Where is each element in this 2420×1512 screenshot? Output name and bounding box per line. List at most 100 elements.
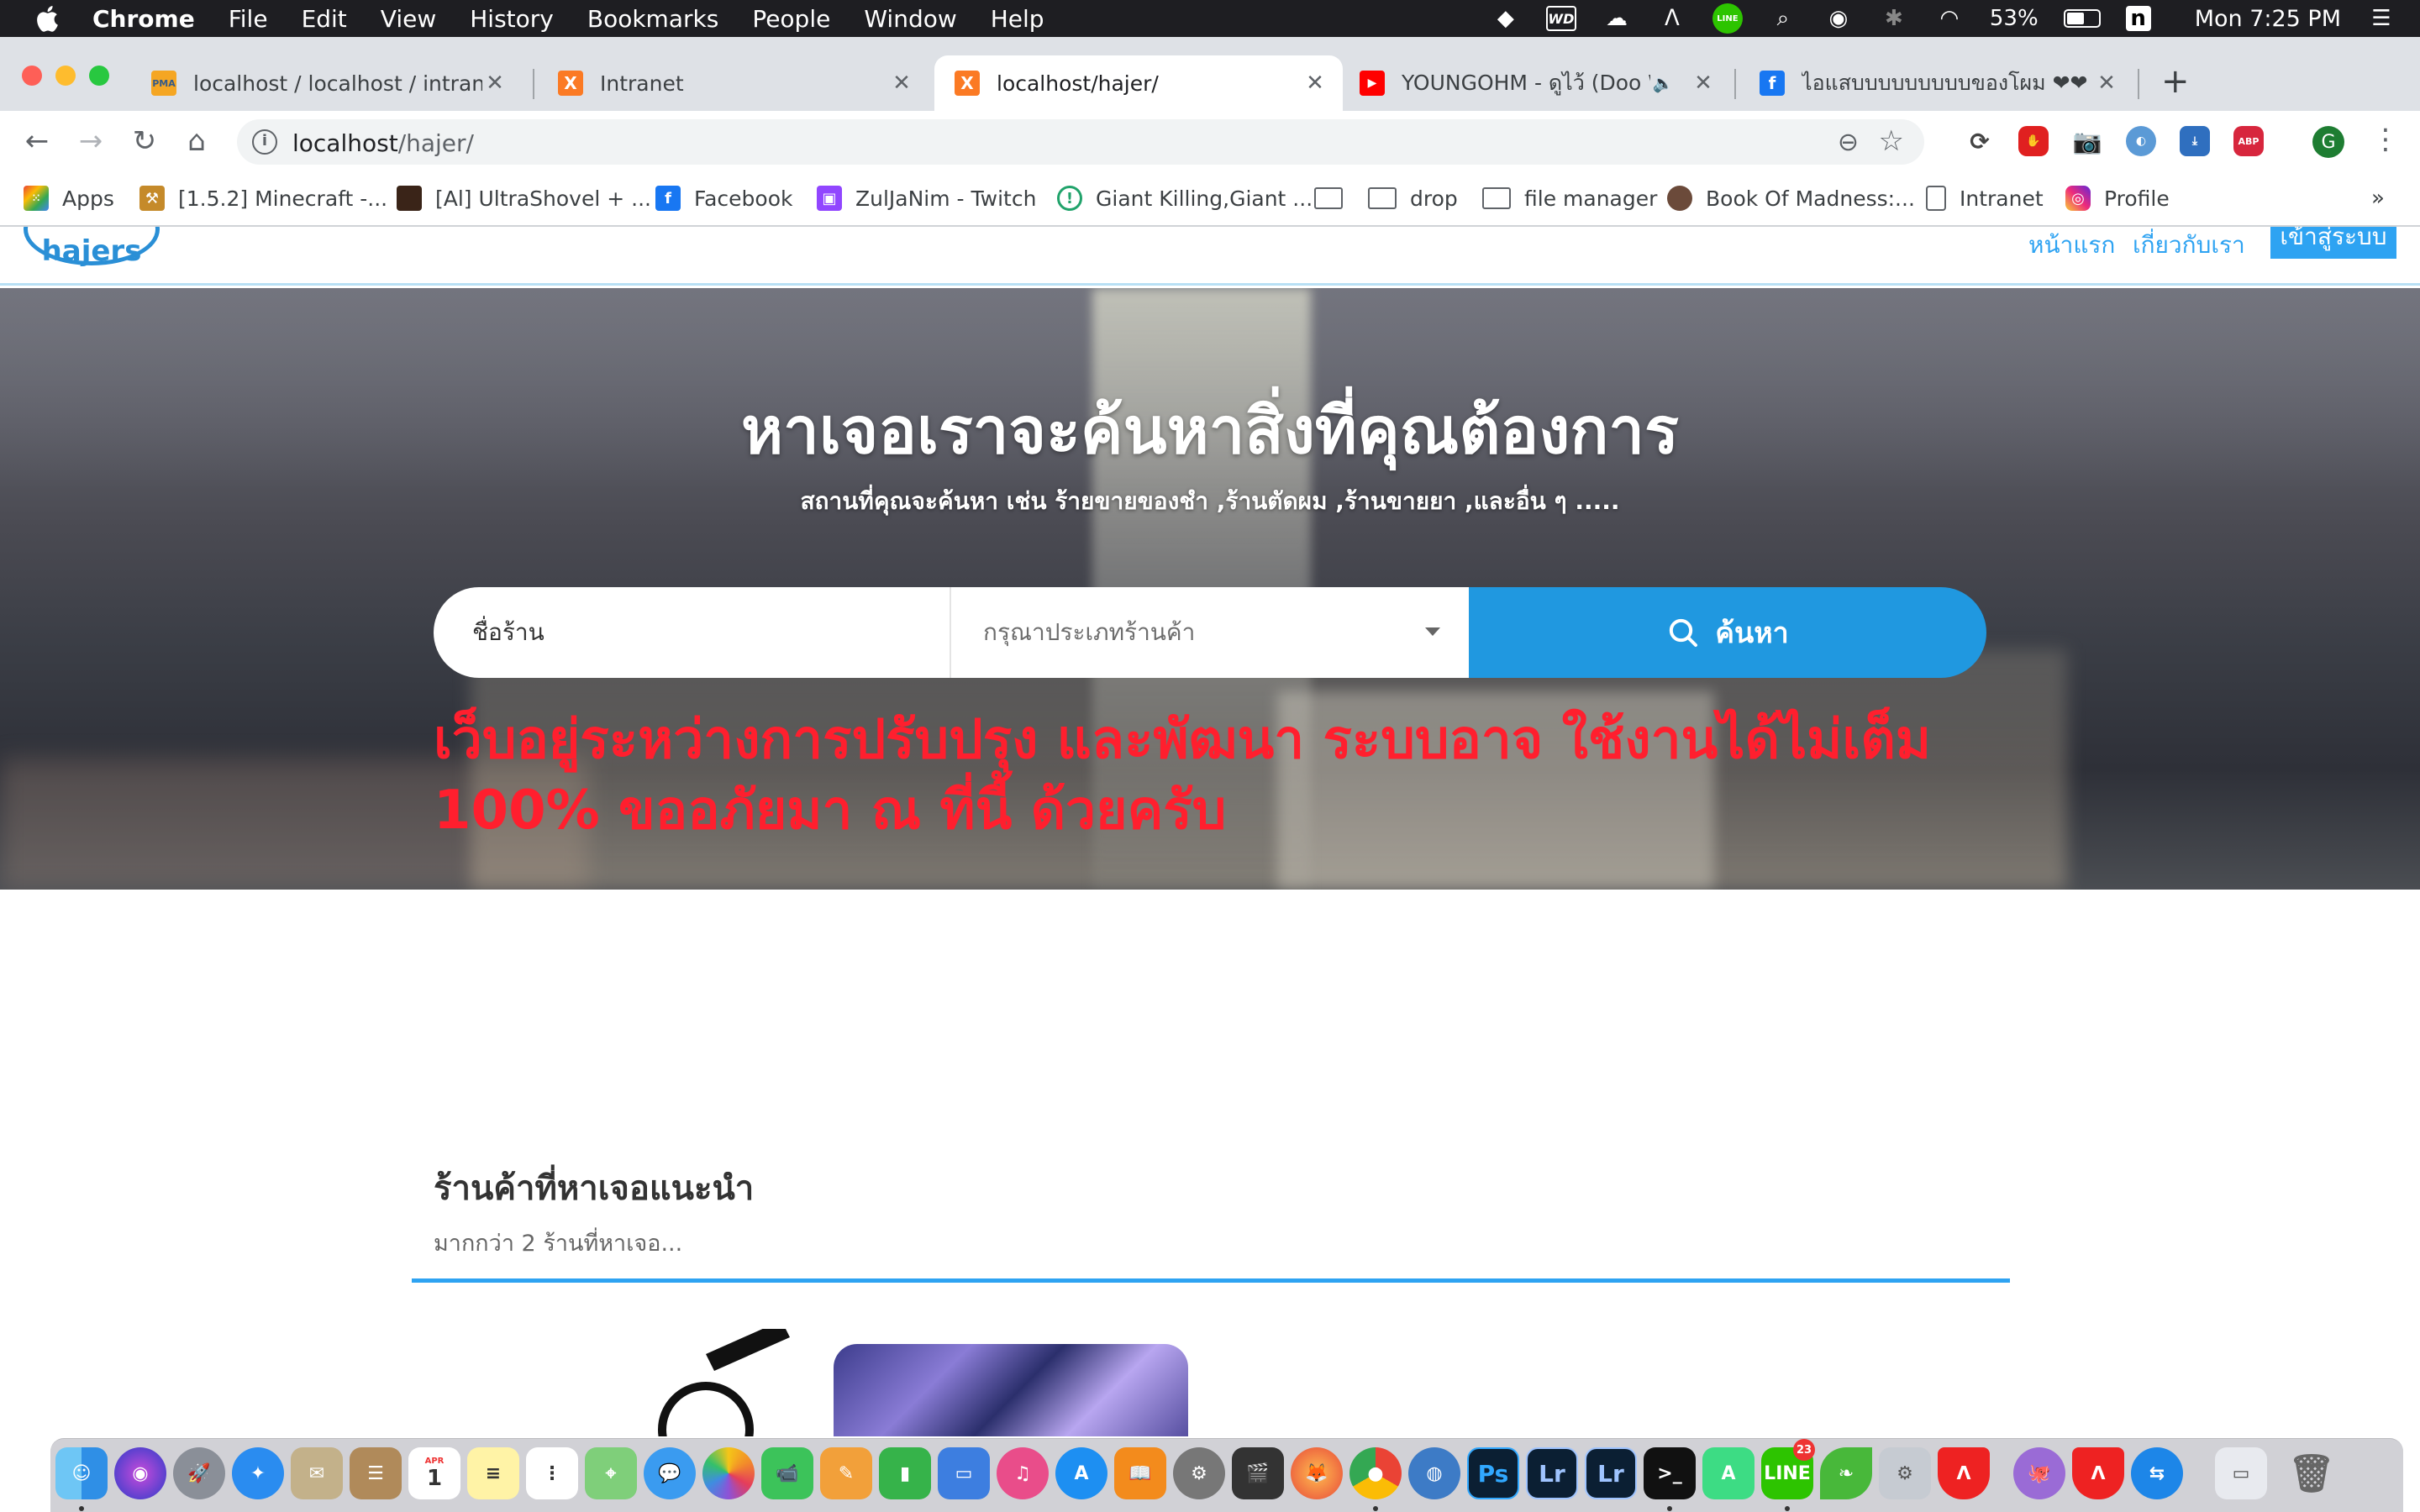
notes-icon[interactable]: ≡ [467,1447,519,1499]
bookmark-minecraft[interactable]: ⚒ [1.5.2] Minecraft -... [139,183,387,213]
messages-icon[interactable]: 💬 [644,1447,696,1499]
pages-icon[interactable]: ✎ [820,1447,872,1499]
menu-window[interactable]: Window [864,5,956,33]
terminal-icon[interactable]: >_ [1644,1447,1696,1499]
acrobat-reader-icon[interactable]: ᐱ [2072,1447,2124,1499]
camera-extension-icon[interactable]: 📷 [2072,126,2102,156]
safari-icon[interactable]: ✦ [232,1447,284,1499]
tab-close-icon[interactable]: ✕ [2094,71,2119,96]
wd-drive-icon[interactable]: WD [1545,6,1576,31]
sync-extension-icon[interactable]: ⟳ [1965,126,1995,156]
itunes-icon[interactable]: ♫ [997,1447,1049,1499]
tab-intranet[interactable]: X Intranet ✕ [538,55,929,111]
bookmark-profile[interactable]: ◎ Profile [2065,183,2170,213]
bookmark-giant-killing[interactable]: ! Giant Killing,Giant ... [1057,183,1313,213]
notion-icon[interactable]: n [2125,6,2151,31]
adobe-acrobat-icon[interactable]: ᐱ [1938,1447,1990,1499]
profile-avatar[interactable]: G [2312,126,2344,158]
app-store-icon[interactable]: A [1055,1447,1107,1499]
apple-logo-icon[interactable] [34,3,64,34]
teamviewer-icon[interactable]: ⇆ [2131,1447,2183,1499]
bookmark-facebook[interactable]: f Facebook [655,183,792,213]
menu-bookmarks[interactable]: Bookmarks [587,5,718,33]
menu-bar-clock[interactable]: Mon 7:25 PM [2195,6,2341,32]
shop-name-input[interactable]: ชื่อร้าน [434,587,951,678]
bookmark-apps[interactable]: ⁙ Apps [24,183,114,213]
launchpad-icon[interactable]: 🚀 [173,1447,225,1499]
address-url[interactable]: localhost/hajer/ [292,129,474,157]
battery-icon[interactable] [2063,9,2101,28]
bookmark-star-icon[interactable]: ☆ [1879,124,1904,158]
window-zoom-button[interactable] [89,66,109,86]
system-preferences-icon[interactable]: ⚙ [1173,1447,1225,1499]
save-extension-icon[interactable]: ⤓ [2180,126,2210,156]
photos-icon[interactable] [702,1447,755,1499]
window-close-button[interactable] [22,66,42,86]
acrobat-status-icon[interactable]: ᐱ [1657,6,1687,31]
leaf-app-icon[interactable]: ❧ [1820,1447,1872,1499]
lightroom-classic-icon[interactable]: Lr [1585,1447,1637,1499]
forward-arrow-icon[interactable]: → [72,123,109,160]
finder-icon[interactable]: ☺ [55,1447,108,1499]
zoom-out-icon[interactable]: ⊖ [1838,128,1859,157]
siri-icon[interactable]: ◉ [114,1447,166,1499]
facetime-icon[interactable]: 📹 [761,1447,813,1499]
hajers-logo[interactable]: hajers [24,227,160,268]
tab-close-icon[interactable]: ✕ [482,71,508,96]
contacts-icon[interactable]: ☰ [350,1447,402,1499]
tab-youtube[interactable]: ▶ YOUNGOHM - ดูไว้ (Doo Wi 🔈 ✕ [1339,55,1731,111]
nav-about[interactable]: เกี่ยวกับเรา [2133,227,2245,264]
finder-window-icon[interactable]: ▭ [2215,1447,2267,1499]
tab-audio-icon[interactable]: 🔈 [1650,73,1676,93]
back-arrow-icon[interactable]: ← [18,123,55,160]
menu-app-name[interactable]: Chrome [92,5,195,33]
tab-close-icon[interactable]: ✕ [1691,71,1716,96]
calendar-icon[interactable]: APR 1 [408,1447,460,1499]
menu-file[interactable]: File [229,5,268,33]
creative-cloud-icon[interactable]: ☁ [1602,6,1632,31]
shop-card-image-1[interactable] [454,1320,807,1436]
address-bar[interactable]: i localhost/hajer/ ⊖ ☆ [237,119,1924,165]
wifi-icon[interactable]: ◠ [1934,6,1965,31]
tab-close-icon[interactable]: ✕ [1302,71,1328,96]
reminders-icon[interactable]: ⋮ [526,1447,578,1499]
battery-percent[interactable]: 53% [1990,6,2039,31]
maps-icon[interactable]: ⌖ [585,1447,637,1499]
firefox-icon[interactable]: 🦊 [1291,1447,1343,1499]
menu-help[interactable]: Help [991,5,1044,33]
menu-edit[interactable]: Edit [302,5,347,33]
bluetooth-icon[interactable]: ✱ [1879,6,1909,31]
github-icon[interactable]: 🐙 [2013,1447,2065,1499]
lightroom-icon[interactable]: Lr [1526,1447,1578,1499]
tab-hajer-active[interactable]: X localhost/hajer/ ✕ [934,55,1343,111]
reload-icon[interactable]: ↻ [126,123,163,160]
chrome-menu-icon[interactable]: ⋮ [2371,123,2400,156]
home-icon[interactable]: ⌂ [178,123,215,160]
new-tab-plus-icon[interactable]: + [2161,62,2190,101]
spotlight-search-icon[interactable]: ⌕ [1768,6,1798,31]
siri-icon[interactable]: ◉ [1823,6,1854,31]
trash-icon[interactable]: 🗑 [2286,1447,2338,1499]
bookmark-ultrashovel[interactable]: [Al] UltraShovel + ... [397,183,651,213]
category-select[interactable]: กรุณาประเภทร้านค้า [951,587,1469,678]
numbers-icon[interactable]: ▮ [879,1447,931,1499]
bookmarks-overflow-icon[interactable]: » [2371,183,2385,213]
keynote-icon[interactable]: ▭ [938,1447,990,1499]
nav-home[interactable]: หน้าแรก [2028,227,2115,264]
tab-close-icon[interactable]: ✕ [889,71,914,96]
line-status-icon[interactable]: LINE [1712,3,1743,34]
settings-utility-icon[interactable]: ⚙ [1879,1447,1931,1499]
bookmark-book-of-madness[interactable]: Book Of Madness:... [1667,183,1915,213]
login-button[interactable]: เข้าสู่ระบบ [2270,227,2396,259]
menu-people[interactable]: People [752,5,830,33]
menu-history[interactable]: History [470,5,554,33]
adblock-stop-icon[interactable]: ✋ [2018,126,2049,156]
photoshop-icon[interactable]: Ps [1467,1447,1519,1499]
dropbox-icon[interactable]: ◆ [1491,6,1521,31]
android-studio-icon[interactable]: A [1702,1447,1754,1499]
chrome-icon[interactable]: ● [1349,1447,1402,1499]
ibooks-icon[interactable]: 📖 [1114,1447,1166,1499]
menu-view[interactable]: View [381,5,436,33]
adblock-plus-icon[interactable]: ABP [2233,126,2264,156]
tab-phpmyadmin[interactable]: PMA localhost / localhost / intranet / ✕ [131,55,523,111]
